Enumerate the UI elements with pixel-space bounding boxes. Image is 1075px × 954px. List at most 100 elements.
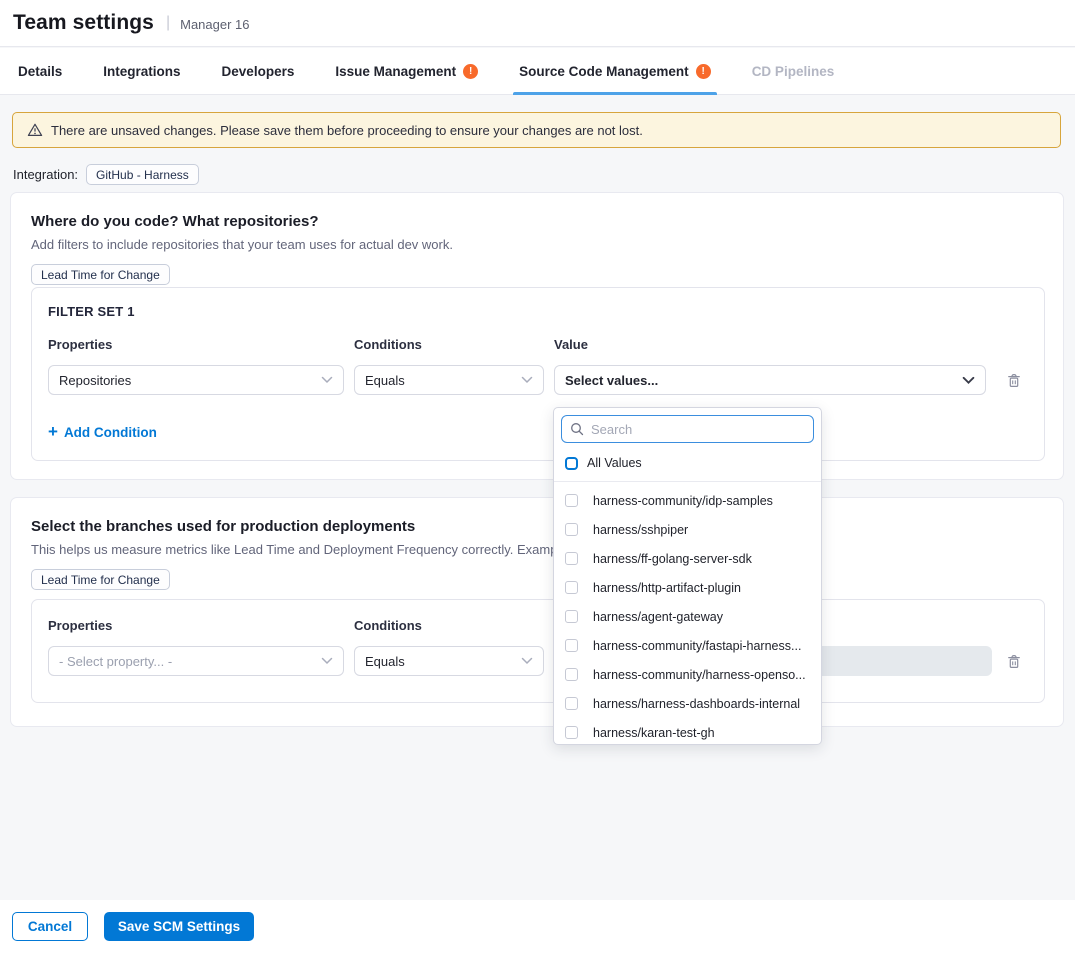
tab-cd-pipelines[interactable]: CD Pipelines [752, 48, 835, 95]
property-select-value: Repositories [59, 373, 131, 388]
tab-label: Integrations [103, 64, 180, 79]
tab-source-code-management[interactable]: Source Code Management ! [519, 48, 711, 95]
integration-chip: GitHub - Harness [86, 164, 199, 185]
search-input[interactable] [591, 422, 805, 437]
warning-badge-icon: ! [696, 64, 711, 79]
option-row[interactable]: harness-community/fastapi-harness... [554, 631, 821, 660]
option-row[interactable]: harness-community/idp-samples [554, 486, 821, 515]
repositories-section-card: Where do you code? What repositories? Ad… [10, 192, 1064, 480]
cancel-button[interactable]: Cancel [12, 912, 88, 941]
checkbox[interactable] [565, 581, 578, 594]
search-icon [570, 422, 584, 436]
option-label: harness/sshpiper [593, 523, 688, 537]
checkbox[interactable] [565, 494, 578, 507]
section-title: Where do you code? What repositories? [31, 213, 1043, 230]
properties-column-label: Properties [48, 618, 354, 633]
warning-badge-icon: ! [463, 64, 478, 79]
checkbox[interactable] [565, 552, 578, 565]
delete-filter-button[interactable] [1004, 370, 1024, 391]
tab-issue-management[interactable]: Issue Management ! [335, 48, 478, 95]
value-dropdown-popover: All Values harness-community/idp-samples… [553, 407, 822, 745]
property-select[interactable]: Repositories [48, 365, 344, 395]
option-label: harness/http-artifact-plugin [593, 581, 741, 595]
branch-condition-select[interactable]: Equals [354, 646, 544, 676]
section-subtitle: This helps us measure metrics like Lead … [31, 542, 1043, 557]
page-title: Team settings [13, 11, 154, 35]
filter-row: Repositories Equals Select values... [48, 365, 1028, 395]
checkbox[interactable] [565, 610, 578, 623]
value-multiselect[interactable]: Select values... [554, 365, 986, 395]
property-select-placeholder: - Select property... - [59, 654, 172, 669]
integration-label: Integration: [13, 167, 78, 182]
title-separator: | [166, 14, 170, 32]
tab-label: Issue Management [335, 64, 456, 79]
chevron-down-icon [962, 376, 975, 385]
checkbox[interactable] [565, 523, 578, 536]
dropdown-divider [554, 481, 821, 482]
delete-filter-button[interactable] [1004, 651, 1024, 672]
option-label: harness/ff-golang-server-sdk [593, 552, 752, 566]
chevron-down-icon [521, 657, 533, 665]
chevron-down-icon [521, 376, 533, 384]
properties-column-label: Properties [48, 337, 354, 352]
option-all-values[interactable]: All Values [554, 449, 821, 477]
add-condition-button[interactable]: + Add Condition [48, 423, 157, 442]
checkbox-all-values[interactable] [565, 457, 578, 470]
option-row[interactable]: harness/sshpiper [554, 515, 821, 544]
tab-label: CD Pipelines [752, 64, 835, 79]
option-label: harness-community/harness-openso... [593, 668, 806, 682]
option-row[interactable]: harness/agent-gateway [554, 602, 821, 631]
option-row[interactable]: harness-community/harness-openso... [554, 660, 821, 689]
checkbox[interactable] [565, 726, 578, 739]
team-settings-page: Team settings | Manager 16 Details Integ… [0, 0, 1075, 954]
tab-bar: Details Integrations Developers Issue Ma… [0, 48, 1075, 95]
option-label: All Values [587, 456, 642, 470]
value-column-label: Value [554, 337, 986, 352]
filter-row: - Select property... - Equals [48, 646, 1028, 676]
branch-filter-panel: Properties Conditions - Select property.… [31, 599, 1045, 703]
option-label: harness/agent-gateway [593, 610, 723, 624]
metric-chip-lead-time: Lead Time for Change [31, 264, 170, 285]
chevron-down-icon [321, 657, 333, 665]
conditions-column-label: Conditions [354, 337, 554, 352]
banner-text: There are unsaved changes. Please save t… [51, 123, 643, 138]
tab-label: Details [18, 64, 62, 79]
filter-column-headers: Properties Conditions Value [48, 337, 1028, 352]
filter-column-headers: Properties Conditions [48, 618, 1028, 633]
condition-select[interactable]: Equals [354, 365, 544, 395]
value-select-placeholder: Select values... [565, 373, 658, 388]
footer-bar: Cancel Save SCM Settings [0, 900, 1075, 954]
condition-select-value: Equals [365, 654, 405, 669]
option-row[interactable]: harness/karan-test-gh [554, 718, 821, 745]
option-row[interactable]: harness/ff-golang-server-sdk [554, 544, 821, 573]
filter-set-panel: FILTER SET 1 Properties Conditions Value… [31, 287, 1045, 461]
plus-icon: + [48, 423, 58, 442]
tab-label: Developers [222, 64, 295, 79]
branches-section-card: Select the branches used for production … [10, 497, 1064, 727]
metric-chip-lead-time: Lead Time for Change [31, 569, 170, 590]
tab-label: Source Code Management [519, 64, 689, 79]
trash-icon [1006, 653, 1022, 670]
filter-set-title: FILTER SET 1 [48, 304, 1028, 319]
integration-row: Integration: GitHub - Harness [13, 164, 199, 185]
save-scm-settings-button[interactable]: Save SCM Settings [104, 912, 254, 941]
trash-icon [1006, 372, 1022, 389]
add-condition-label: Add Condition [64, 425, 157, 440]
checkbox[interactable] [565, 639, 578, 652]
option-row[interactable]: harness/http-artifact-plugin [554, 573, 821, 602]
tab-details[interactable]: Details [18, 48, 62, 95]
checkbox[interactable] [565, 697, 578, 710]
tab-integrations[interactable]: Integrations [103, 48, 180, 95]
option-label: harness-community/idp-samples [593, 494, 773, 508]
option-row[interactable]: harness/harness-dashboards-internal [554, 689, 821, 718]
section-title: Select the branches used for production … [31, 518, 1043, 535]
tab-developers[interactable]: Developers [222, 48, 295, 95]
warning-triangle-icon [27, 122, 43, 138]
condition-select-value: Equals [365, 373, 405, 388]
section-subtitle: Add filters to include repositories that… [31, 237, 1043, 252]
option-label: harness-community/fastapi-harness... [593, 639, 801, 653]
checkbox[interactable] [565, 668, 578, 681]
dropdown-search-box [561, 415, 814, 443]
branch-property-select[interactable]: - Select property... - [48, 646, 344, 676]
unsaved-changes-banner: There are unsaved changes. Please save t… [12, 112, 1061, 148]
